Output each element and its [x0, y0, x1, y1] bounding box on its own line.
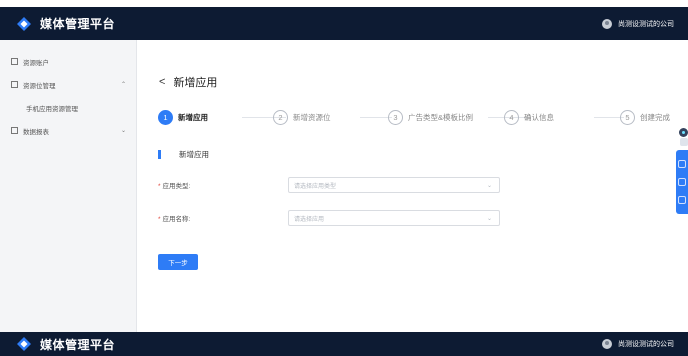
step-3: 3 广告类型&模板比例 [388, 110, 473, 125]
brand[interactable]: 媒体管理平台 [16, 336, 115, 353]
form-row-app-type: * 应用类型: 请选择应用类型 ⌄ [158, 177, 638, 193]
step-number: 4 [504, 110, 519, 125]
app-type-label: * 应用类型: [158, 180, 288, 190]
select-placeholder: 请选择应用类型 [294, 183, 337, 190]
step-4: 4 确认信息 [504, 110, 554, 125]
step-label: 新增资源位 [293, 113, 331, 122]
bottom-navbar: 媒体管理平台 尚测设测试的公司 [0, 332, 688, 356]
sidebar: 资源账户 资源位管理 ⌃ 手机应用资源管理 数据报表 ⌄ [0, 40, 137, 332]
chevron-down-icon: ⌄ [120, 128, 126, 134]
step-label: 广告类型&模板比例 [408, 113, 474, 122]
robot-body [680, 138, 688, 146]
sidebar-item-resource-account[interactable]: 资源账户 [0, 54, 136, 69]
logo-icon [16, 336, 32, 352]
step-2: 2 新增资源位 [273, 110, 331, 125]
account-menu[interactable]: 尚测设测试的公司 [602, 18, 674, 29]
step-number: 3 [388, 110, 403, 125]
support-icon[interactable] [678, 160, 686, 168]
form-row-app-name: * 应用名称: 请选择应用 ⌄ [158, 210, 638, 226]
logo-icon [16, 16, 32, 32]
section-title: 新增应用 [158, 149, 209, 160]
section-marker [158, 150, 161, 159]
grid-icon [11, 81, 18, 88]
required-mark: * [158, 183, 161, 190]
account-name: 尚测设测试的公司 [618, 20, 674, 28]
app-type-select[interactable]: 请选择应用类型 ⌄ [288, 177, 500, 193]
select-placeholder: 请选择应用 [294, 216, 325, 223]
robot-eye [682, 131, 685, 134]
sidebar-item-label: 手机应用资源管理 [26, 105, 78, 113]
robot-head [679, 128, 688, 137]
required-mark: * [158, 216, 161, 223]
feedback-icon[interactable] [678, 178, 686, 186]
app-name: 媒体管理平台 [40, 337, 116, 352]
sidebar-item-label: 数据报表 [23, 128, 49, 136]
steps-progress: 1 新增应用 2 新增资源位 3 广告类型&模板比例 4 确认信息 5 创建完成 [158, 110, 688, 126]
avatar [602, 339, 612, 349]
sidebar-item-label: 资源账户 [23, 59, 49, 67]
page-header: < 新增应用 [159, 74, 217, 90]
account-icon [11, 58, 18, 65]
next-step-button[interactable]: 下一步 [158, 254, 198, 270]
app-name-select[interactable]: 请选择应用 ⌄ [288, 210, 500, 226]
sidebar-item-data-reports[interactable]: 数据报表 ⌄ [0, 123, 136, 138]
message-icon[interactable] [678, 196, 686, 204]
assistant-robot-icon[interactable] [679, 128, 688, 146]
top-navbar: 媒体管理平台 尚测设测试的公司 [0, 7, 688, 40]
page-title: 新增应用 [173, 77, 218, 89]
step-number: 1 [158, 110, 173, 125]
chevron-up-icon: ⌃ [120, 82, 126, 88]
app-name-label: * 应用名称: [158, 213, 288, 223]
brand[interactable]: 媒体管理平台 [16, 15, 115, 32]
step-number: 2 [273, 110, 288, 125]
step-label: 确认信息 [524, 113, 554, 122]
step-label: 新增应用 [178, 113, 208, 122]
floating-toolbar [676, 150, 688, 214]
sidebar-item-mobile-app-resources[interactable]: 手机应用资源管理 [0, 100, 136, 115]
account-menu[interactable]: 尚测设测试的公司 [602, 339, 674, 349]
step-number: 5 [620, 110, 635, 125]
report-icon [11, 127, 18, 134]
field-label: 应用类型: [162, 183, 191, 190]
chevron-down-icon: ⌄ [486, 215, 492, 222]
back-arrow-icon[interactable]: < [159, 76, 165, 88]
step-label: 创建完成 [640, 113, 670, 122]
section-title-text: 新增应用 [179, 150, 209, 159]
avatar [602, 18, 612, 29]
main-content: < 新增应用 1 新增应用 2 新增资源位 3 广告类型&模板比例 4 确认信息… [137, 40, 688, 332]
chevron-down-icon: ⌄ [486, 182, 492, 189]
sidebar-item-slot-management[interactable]: 资源位管理 ⌃ [0, 77, 136, 92]
step-5: 5 创建完成 [620, 110, 670, 125]
app-name: 媒体管理平台 [40, 17, 116, 31]
account-name: 尚测设测试的公司 [618, 341, 674, 348]
field-label: 应用名称: [162, 216, 191, 223]
sidebar-item-label: 资源位管理 [23, 82, 56, 90]
step-1: 1 新增应用 [158, 110, 208, 125]
